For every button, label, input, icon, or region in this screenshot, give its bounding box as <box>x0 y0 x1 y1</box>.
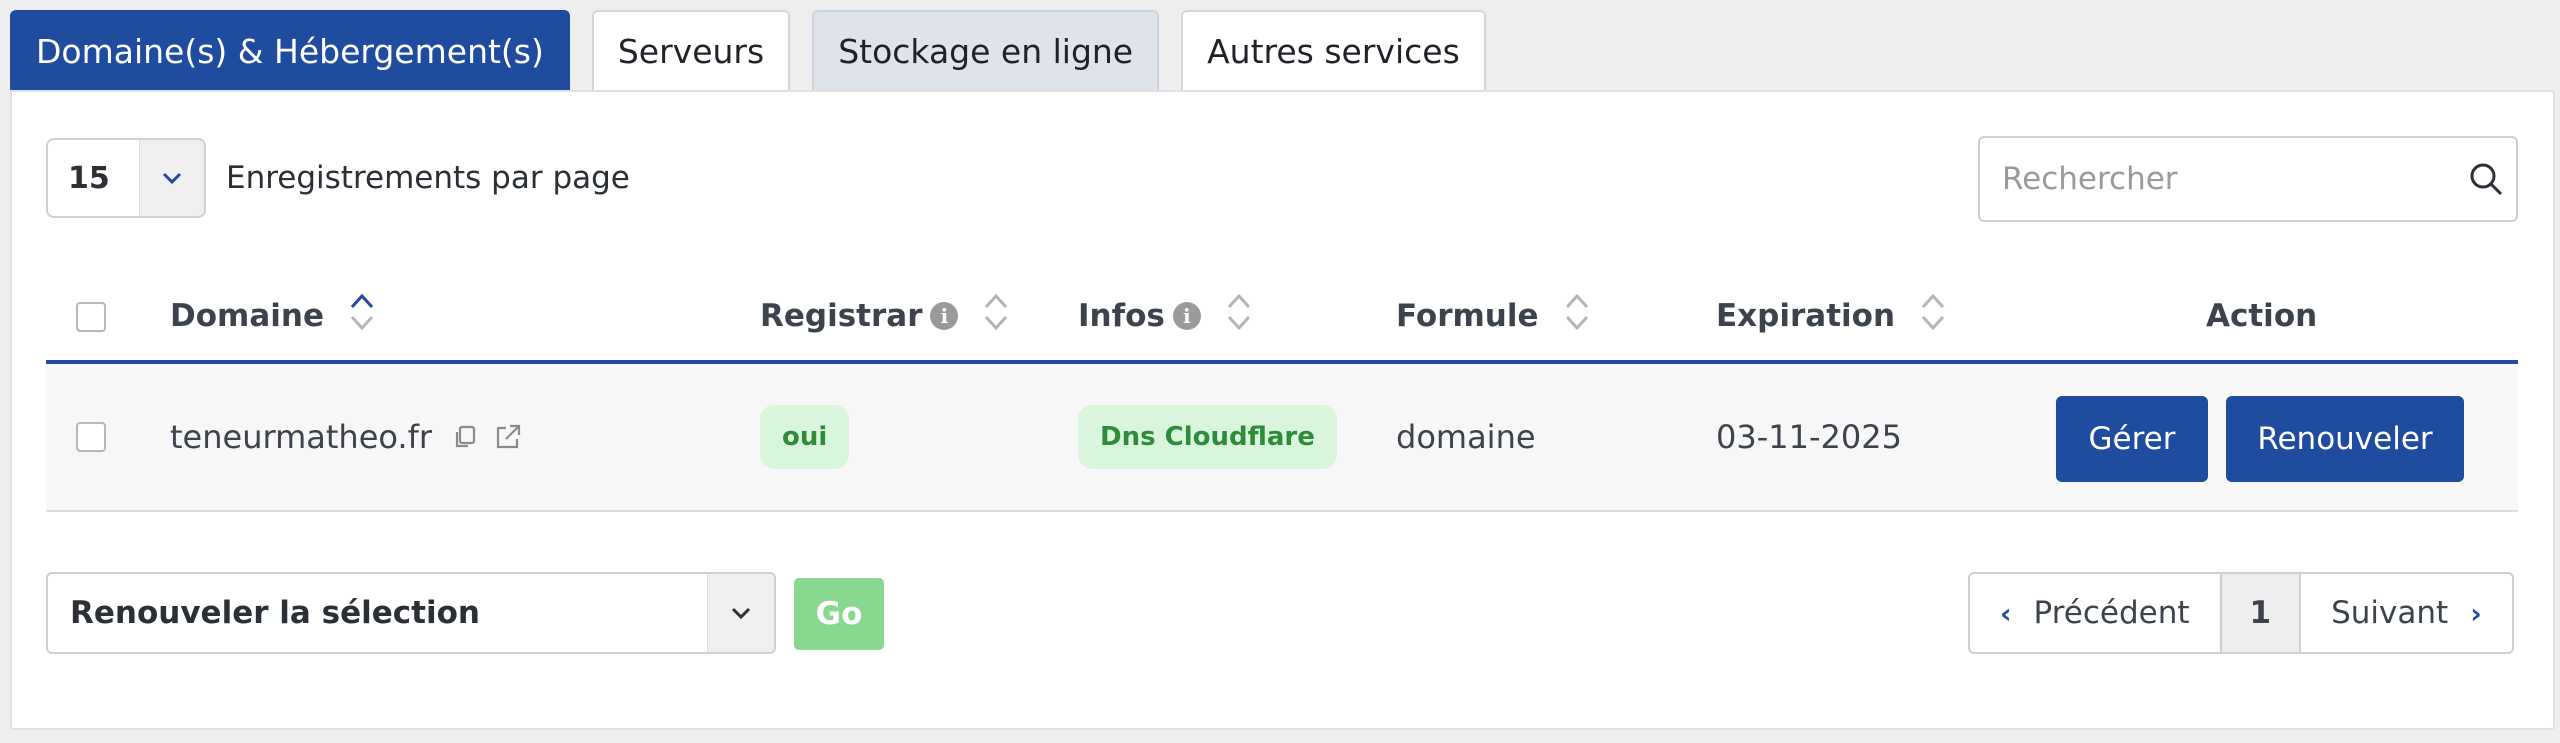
search-icon[interactable] <box>2456 161 2516 197</box>
sort-icon[interactable] <box>982 291 1010 341</box>
column-expiration-label: Expiration <box>1716 298 1896 334</box>
copy-icon[interactable] <box>452 424 478 450</box>
bulk-action-value: Renouveler la sélection <box>70 595 480 631</box>
tab-bar: Domaine(s) & Hébergement(s) Serveurs Sto… <box>10 10 1486 90</box>
column-domain-label: Domaine <box>170 298 324 334</box>
sort-icon[interactable] <box>1919 291 1947 341</box>
row-checkbox[interactable] <box>76 422 106 452</box>
tab-online-storage[interactable]: Stockage en ligne <box>812 10 1160 90</box>
per-page-control: 15 Enregistrements par page <box>46 138 630 218</box>
chevron-down-icon[interactable] <box>707 574 774 652</box>
tab-other-services[interactable]: Autres services <box>1181 10 1486 90</box>
column-infos[interactable]: Infos i <box>1078 272 1253 360</box>
next-label: Suivant <box>2331 595 2449 631</box>
chevron-right-icon: › <box>2470 596 2482 630</box>
chevron-left-icon: ‹ <box>2000 596 2012 630</box>
domain-name: teneurmatheo.fr <box>170 418 432 456</box>
infos-cell: Dns Cloudflare <box>1078 364 1337 510</box>
infos-badge: Dns Cloudflare <box>1078 405 1337 469</box>
registrar-badge: oui <box>760 405 850 469</box>
column-action-label: Action <box>2206 298 2318 334</box>
column-infos-label: Infos <box>1078 298 1165 334</box>
info-icon[interactable]: i <box>930 302 959 330</box>
page-number[interactable]: 1 <box>2219 574 2302 652</box>
tab-domains-hosting[interactable]: Domaine(s) & Hébergement(s) <box>10 10 570 90</box>
manage-button[interactable]: Gérer <box>2056 396 2208 482</box>
column-formula-label: Formule <box>1396 298 1539 334</box>
tab-servers[interactable]: Serveurs <box>591 10 791 90</box>
previous-label: Précédent <box>2033 595 2190 631</box>
per-page-label: Enregistrements par page <box>226 160 630 196</box>
pagination: ‹ Précédent 1 Suivant › <box>1968 572 2514 654</box>
formula-cell: domaine <box>1396 418 1536 456</box>
registrar-cell: oui <box>760 364 850 510</box>
next-page-button[interactable]: Suivant › <box>2301 574 2512 652</box>
previous-page-button[interactable]: ‹ Précédent <box>1970 574 2220 652</box>
search-input[interactable] <box>2000 143 2456 215</box>
content-panel: 15 Enregistrements par page Domaine Regi… <box>10 90 2555 730</box>
domain-cell: teneurmatheo.fr <box>170 364 522 510</box>
per-page-select[interactable]: 15 <box>46 138 206 218</box>
column-action: Action <box>2206 272 2317 360</box>
column-registrar[interactable]: Registrar i <box>760 272 1010 360</box>
table-header: Domaine Registrar i Infos i Formule Expi… <box>46 272 2518 364</box>
search-box[interactable] <box>1978 136 2518 222</box>
sort-icon[interactable] <box>1563 291 1591 341</box>
go-button[interactable]: Go <box>794 578 884 650</box>
column-domain[interactable]: Domaine <box>170 272 376 360</box>
external-link-icon[interactable] <box>494 423 522 451</box>
select-all-checkbox[interactable] <box>76 302 106 332</box>
column-registrar-label: Registrar <box>760 298 923 334</box>
table-row: teneurmatheo.fr oui Dns Cloudflare domai… <box>46 364 2518 512</box>
renew-button[interactable]: Renouveler <box>2226 396 2464 482</box>
info-icon[interactable]: i <box>1172 302 1201 330</box>
sort-icon[interactable] <box>348 291 376 341</box>
sort-icon[interactable] <box>1225 291 1253 341</box>
chevron-down-icon[interactable] <box>139 140 204 216</box>
expiration-cell: 03-11-2025 <box>1716 418 1902 456</box>
per-page-value: 15 <box>68 160 110 196</box>
column-formula[interactable]: Formule <box>1396 272 1591 360</box>
bulk-action-select[interactable]: Renouveler la sélection <box>46 572 776 654</box>
column-expiration[interactable]: Expiration <box>1716 272 1947 360</box>
